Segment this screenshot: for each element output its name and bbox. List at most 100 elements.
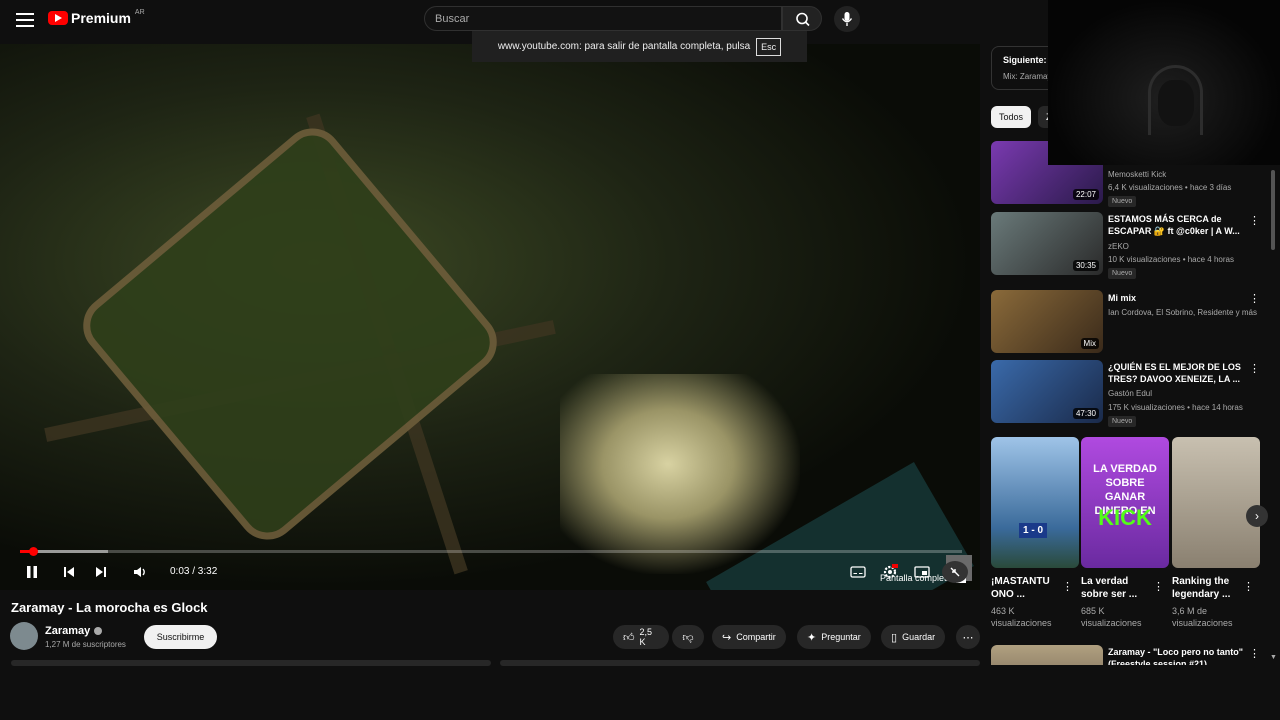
- chip-all[interactable]: Todos: [991, 106, 1032, 128]
- short-thumbnail[interactable]: 1 - 0: [991, 437, 1079, 568]
- more-options-icon[interactable]: ⋮: [1243, 580, 1254, 593]
- like-count: 2,5 K: [639, 627, 653, 647]
- time-display: 0:03 / 3:32: [170, 566, 218, 577]
- logo-text: Premium: [71, 10, 131, 26]
- description-box[interactable]: [11, 660, 491, 666]
- short-views: 463 K visualizaciones: [991, 606, 1052, 628]
- miniplayer-icon: [914, 566, 930, 578]
- mix-badge: Mix: [1080, 338, 1099, 349]
- subscribe-button[interactable]: Suscribirme: [144, 625, 217, 649]
- youtube-premium-logo[interactable]: Premium AR: [48, 8, 145, 26]
- subscriber-count: 1,27 M de suscriptores: [45, 640, 126, 649]
- volume-icon: [134, 567, 145, 577]
- exit-fullscreen-icon: [950, 567, 960, 577]
- video-thumbnail[interactable]: [991, 645, 1103, 665]
- video-title: Zaramay - La morocha es Glock: [11, 600, 208, 615]
- save-button[interactable]: ▯ Guardar: [881, 625, 946, 649]
- short-title[interactable]: Ranking the legendary ...: [1172, 575, 1244, 601]
- dislike-button[interactable]: 👎︎: [672, 625, 704, 649]
- short-thumbnail[interactable]: [1172, 437, 1260, 568]
- menu-icon[interactable]: [14, 9, 36, 31]
- next-icon: [96, 567, 106, 577]
- rec-channel[interactable]: zEKO: [1108, 242, 1129, 251]
- channel-name-row[interactable]: Zaramay: [45, 625, 103, 637]
- video-thumbnail[interactable]: Mix: [991, 290, 1103, 353]
- share-icon: ↪: [722, 631, 732, 644]
- thumbs-up-icon: 👍︎: [623, 631, 635, 644]
- new-badge: Nuevo: [1108, 416, 1137, 427]
- search-button[interactable]: [782, 6, 822, 31]
- more-options-icon[interactable]: ⋮: [1249, 647, 1260, 660]
- new-badge: Nuevo: [1108, 196, 1137, 207]
- voice-search-button[interactable]: [834, 6, 860, 32]
- pause-button[interactable]: [21, 562, 43, 582]
- more-options-icon[interactable]: ⋮: [1249, 292, 1260, 305]
- previous-button[interactable]: [58, 562, 80, 582]
- like-button[interactable]: 👍︎ 2,5 K: [613, 625, 669, 649]
- more-options-icon[interactable]: ⋮: [1062, 580, 1073, 593]
- subtitles-button[interactable]: [847, 562, 869, 582]
- miniplayer-button[interactable]: [911, 562, 933, 582]
- share-label: Compartir: [736, 632, 776, 642]
- youtube-play-icon: [48, 11, 68, 25]
- webcam-overlay: [1048, 0, 1280, 165]
- short-thumbnail[interactable]: LA VERDAD SOBRE GANAR DINERO EN KICK: [1081, 437, 1169, 568]
- bookmark-icon: ▯: [891, 631, 898, 644]
- scroll-down-icon[interactable]: ▼: [1270, 654, 1277, 661]
- park-area: [71, 116, 509, 552]
- rec-title[interactable]: Mi mix: [1108, 292, 1253, 304]
- subtitles-icon: [850, 566, 866, 578]
- volume-button[interactable]: [129, 562, 151, 582]
- settings-button[interactable]: [879, 562, 901, 582]
- progress-bar[interactable]: [20, 547, 962, 556]
- sidebar-scrollbar[interactable]: [1271, 170, 1275, 250]
- next-button[interactable]: [90, 562, 112, 582]
- fullscreen-notice-text: www.youtube.com: para salir de pantalla …: [497, 41, 751, 52]
- microphone-icon: [841, 12, 853, 26]
- more-actions-button[interactable]: ⋯: [956, 625, 980, 649]
- rec-title[interactable]: Zaramay - "Loco pero no tanto" (Freestyl…: [1108, 646, 1253, 665]
- streamer-face: [1158, 80, 1194, 126]
- rec-channel[interactable]: Ian Cordova, El Sobrino, Residente y más: [1108, 308, 1258, 317]
- video-thumbnail[interactable]: 47:30: [991, 360, 1103, 423]
- rec-channel[interactable]: Memosketti Kick: [1108, 170, 1166, 179]
- video-player[interactable]: Pantalla completa F: [0, 44, 980, 590]
- search-icon: [796, 12, 810, 27]
- short-title[interactable]: La verdad sobre ser ...: [1081, 575, 1153, 601]
- duration-badge: 47:30: [1072, 408, 1099, 419]
- more-icon: ⋯: [962, 631, 974, 644]
- shorts-next-arrow[interactable]: ›: [1246, 505, 1268, 527]
- channel-name[interactable]: Zaramay: [45, 625, 90, 637]
- verified-icon: [94, 627, 103, 635]
- more-options-icon[interactable]: ⋮: [1153, 580, 1164, 593]
- country-code: AR: [134, 8, 145, 16]
- rec-meta: 10 K visualizaciones • hace 4 horas: [1108, 255, 1234, 264]
- rec-channel[interactable]: Gastón Edul: [1108, 389, 1152, 398]
- score-overlay: 1 - 0: [1019, 523, 1048, 538]
- ask-label: Preguntar: [821, 632, 861, 642]
- video-thumbnail[interactable]: 30:35: [991, 212, 1103, 275]
- pause-icon: [27, 566, 37, 578]
- stadium-lights: [560, 374, 800, 574]
- short-title[interactable]: ¡MASTANTU ONO ...: [991, 575, 1063, 601]
- sparkle-icon: ✦: [807, 631, 817, 644]
- more-options-icon[interactable]: ⋮: [1249, 362, 1260, 375]
- previous-icon: [64, 567, 74, 577]
- search-input[interactable]: Buscar: [424, 6, 782, 31]
- scrubber-knob[interactable]: [29, 547, 38, 556]
- rec-title[interactable]: ESTAMOS MÁS CERCA de ESCAPAR 🔐 ft @c0ker…: [1108, 213, 1253, 237]
- recommended-video[interactable]: Zaramay - "Loco pero no tanto" (Freestyl…: [991, 645, 1272, 665]
- ask-button[interactable]: ✦ Preguntar: [797, 625, 871, 649]
- short-views: 685 K visualizaciones: [1081, 606, 1142, 628]
- rec-title[interactable]: ¿QUIÉN ES EL MEJOR DE LOS TRES? DAVOO XE…: [1108, 361, 1253, 385]
- kick-overlay-text: KICK: [1098, 505, 1152, 530]
- more-options-icon[interactable]: ⋮: [1249, 214, 1260, 227]
- share-button[interactable]: ↪ Compartir: [712, 625, 786, 649]
- exit-fullscreen-button[interactable]: [942, 561, 968, 583]
- esc-key: Esc: [756, 37, 782, 56]
- fullscreen-notice: www.youtube.com: para salir de pantalla …: [472, 31, 807, 62]
- duration-badge: 22:07: [1072, 189, 1099, 200]
- channel-avatar[interactable]: [10, 622, 38, 650]
- rec-meta: 6,4 K visualizaciones • hace 3 días: [1108, 183, 1232, 192]
- comments-box[interactable]: [500, 660, 980, 666]
